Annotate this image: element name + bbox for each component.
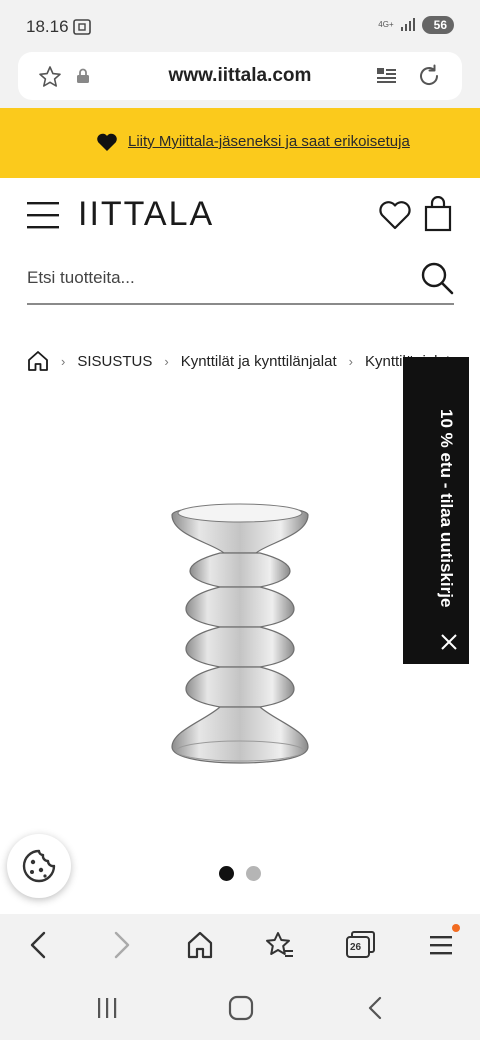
recent-apps-icon[interactable] (96, 996, 118, 1020)
product-image-candlestick[interactable] (150, 495, 330, 775)
status-time: 18.16 (26, 17, 69, 36)
back-icon[interactable] (366, 995, 384, 1021)
url-bar[interactable]: www.iittala.com (18, 52, 462, 100)
breadcrumb-separator: › (61, 353, 66, 369)
browser-toolbar: www.iittala.com (0, 52, 480, 108)
newsletter-tab-label[interactable]: 10 % etu - tilaa uutiskirje (436, 409, 456, 607)
close-icon[interactable] (440, 633, 458, 651)
system-navigation-bar (0, 976, 480, 1040)
carousel-dot-active[interactable] (219, 866, 234, 881)
menu-icon[interactable] (428, 930, 454, 960)
search-icon[interactable] (420, 261, 454, 295)
shopping-bag-icon[interactable] (424, 196, 452, 232)
reader-mode-icon[interactable] (376, 66, 398, 86)
carousel-dot[interactable] (246, 866, 261, 881)
heart-icon (97, 133, 117, 151)
breadcrumb-item-sisustus[interactable]: SISUSTUS (77, 353, 152, 370)
wishlist-heart-icon[interactable] (378, 200, 412, 230)
site-header: IITTALA (0, 178, 480, 258)
bookmarks-star-icon[interactable] (265, 930, 295, 960)
refresh-icon[interactable] (416, 63, 442, 89)
battery-indicator: 56 (421, 16, 454, 34)
browser-bottom-bar: 26 (0, 914, 480, 976)
search-bar (27, 257, 454, 305)
tab-count: 26 (350, 942, 362, 953)
membership-link[interactable]: Liity Myiittala-jäseneksi ja saat erikoi… (128, 133, 410, 150)
hamburger-menu-icon[interactable] (27, 200, 59, 230)
breadcrumb-separator: › (164, 353, 169, 369)
forward-arrow-icon[interactable] (110, 930, 132, 960)
signal-icon (400, 18, 415, 31)
cookie-icon (22, 849, 56, 883)
search-input[interactable] (27, 265, 407, 291)
notification-dot (452, 924, 460, 932)
status-indicators: 4G+ 56 (378, 16, 454, 34)
promo-banner: Liity Myiittala-jäseneksi ja saat erikoi… (0, 108, 480, 178)
iittala-logo[interactable]: IITTALA (78, 195, 214, 234)
back-arrow-icon[interactable] (28, 930, 50, 960)
home-icon[interactable] (186, 930, 214, 960)
screen-record-icon (73, 19, 91, 35)
newsletter-side-tab[interactable]: 10 % etu - tilaa uutiskirje (403, 357, 469, 664)
network-type: 4G+ (378, 20, 394, 29)
breadcrumb-separator: › (348, 353, 353, 369)
home-button-icon[interactable] (228, 995, 254, 1021)
breadcrumb-item-candle-holders[interactable]: Kynttilät ja kynttilänjalat (181, 353, 337, 370)
status-bar: 18.16 4G+ 56 (0, 0, 480, 52)
cookie-settings-button[interactable] (7, 834, 71, 898)
home-icon[interactable] (27, 350, 49, 372)
